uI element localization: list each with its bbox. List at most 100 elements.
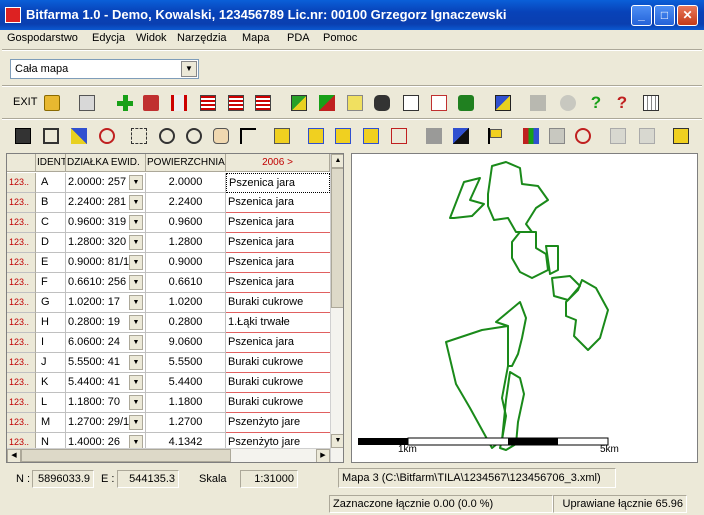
ident-cell[interactable]: A bbox=[36, 173, 66, 193]
tractor-button[interactable] bbox=[455, 92, 477, 114]
chevron-down-icon[interactable]: ▼ bbox=[129, 255, 143, 270]
powierzchnia-cell[interactable]: 2.2400 bbox=[146, 193, 226, 213]
chevron-down-icon[interactable]: ▼ bbox=[129, 195, 143, 210]
ident-cell[interactable]: L bbox=[36, 393, 66, 413]
dzialka-cell[interactable]: 5.5500: 41 ▼ bbox=[66, 353, 146, 373]
next-button[interactable] bbox=[636, 125, 658, 147]
map-selector[interactable]: Cała mapa ▼ bbox=[10, 59, 199, 79]
row-header[interactable]: 123.. bbox=[7, 253, 36, 273]
fields-table[interactable]: IDENT DZIAŁKA EWID. POWIERZCHNIA 2006 > … bbox=[6, 153, 344, 463]
menu-mapa[interactable]: Mapa bbox=[242, 32, 270, 44]
row-header[interactable]: 123.. bbox=[7, 393, 36, 413]
map-view[interactable]: 1km 5km bbox=[351, 153, 698, 463]
disabled-button[interactable] bbox=[527, 92, 549, 114]
scroll-down-icon[interactable]: ▼ bbox=[331, 434, 343, 448]
chevron-down-icon[interactable]: ▼ bbox=[129, 175, 143, 190]
map-canvas[interactable]: 1km 5km bbox=[352, 154, 697, 462]
chevron-down-icon[interactable]: ▼ bbox=[181, 61, 197, 77]
ident-cell[interactable]: B bbox=[36, 193, 66, 213]
powierzchnia-cell[interactable]: 5.5500 bbox=[146, 353, 226, 373]
dzialka-cell[interactable]: 0.9000: 81/1 ▼ bbox=[66, 253, 146, 273]
column-header-year[interactable]: 2006 > bbox=[226, 154, 330, 172]
crop-cell[interactable]: Pszenica jara bbox=[226, 193, 330, 213]
plan-calc-button[interactable] bbox=[428, 92, 450, 114]
column-header-dzialka[interactable]: DZIAŁKA EWID. bbox=[66, 154, 146, 172]
zoom-out-button[interactable] bbox=[183, 125, 205, 147]
close-button[interactable]: ✕ bbox=[677, 5, 698, 26]
add-button[interactable] bbox=[114, 92, 136, 114]
powierzchnia-cell[interactable]: 1.2700 bbox=[146, 413, 226, 433]
crop-cell[interactable]: Buraki cukrowe bbox=[226, 353, 330, 373]
row-header[interactable]: 123.. bbox=[7, 353, 36, 373]
calendar-button[interactable] bbox=[640, 92, 662, 114]
menu-pda[interactable]: PDA bbox=[287, 32, 310, 44]
table-row[interactable]: 123.. E 0.9000: 81/1 ▼ 0.9000 Pszenica ja… bbox=[7, 253, 343, 273]
prev-button[interactable] bbox=[607, 125, 629, 147]
chevron-down-icon[interactable]: ▼ bbox=[129, 235, 143, 250]
field-polygon[interactable] bbox=[511, 231, 549, 279]
chevron-down-icon[interactable]: ▼ bbox=[129, 315, 143, 330]
powierzchnia-cell[interactable]: 1.1800 bbox=[146, 393, 226, 413]
menu-edycja[interactable]: Edycja bbox=[92, 32, 125, 44]
print-button[interactable] bbox=[76, 92, 98, 114]
powierzchnia-cell[interactable]: 1.2800 bbox=[146, 233, 226, 253]
dzialka-cell[interactable]: 6.0600: 24 ▼ bbox=[66, 333, 146, 353]
column-header-powierzchnia[interactable]: POWIERZCHNIA bbox=[146, 154, 226, 172]
table-row[interactable]: 123.. H 0.2800: 19 ▼ 0.2800 1.Łąki trwałe bbox=[7, 313, 343, 333]
flag-button[interactable] bbox=[485, 125, 507, 147]
plan-button[interactable] bbox=[400, 92, 422, 114]
crop-cell[interactable]: Pszenica jara bbox=[226, 233, 330, 253]
delete-button[interactable] bbox=[140, 92, 162, 114]
measure-button[interactable] bbox=[68, 125, 90, 147]
row-header[interactable]: 123.. bbox=[7, 273, 36, 293]
maximize-button[interactable]: □ bbox=[654, 5, 675, 26]
split-button[interactable] bbox=[168, 92, 190, 114]
table-row[interactable]: 123.. M 1.2700: 29/1 ▼ 1.2700 Pszenżyto j… bbox=[7, 413, 343, 433]
exit-button[interactable]: EXIT bbox=[12, 92, 37, 114]
crop-cell[interactable]: Pszenica jara bbox=[226, 213, 330, 233]
vertical-scrollbar[interactable]: ▲ ▼ bbox=[330, 154, 343, 462]
layers-button[interactable] bbox=[670, 125, 692, 147]
row-header[interactable]: 123.. bbox=[7, 293, 36, 313]
ident-cell[interactable]: C bbox=[36, 213, 66, 233]
ident-cell[interactable]: H bbox=[36, 313, 66, 333]
row-header[interactable]: 123.. bbox=[7, 193, 36, 213]
crop-cell[interactable]: 1.Łąki trwałe bbox=[226, 313, 330, 333]
dzialka-cell[interactable]: 0.9600: 319 ▼ bbox=[66, 213, 146, 233]
table-button[interactable] bbox=[252, 92, 274, 114]
table-row[interactable]: 123.. J 5.5500: 41 ▼ 5.5500 Buraki cukrow… bbox=[7, 353, 343, 373]
field-polygon[interactable] bbox=[565, 279, 609, 351]
rotate-button[interactable] bbox=[305, 125, 327, 147]
dzialka-cell[interactable]: 1.2700: 29/1 ▼ bbox=[66, 413, 146, 433]
chevron-down-icon[interactable]: ▼ bbox=[129, 295, 143, 310]
disabled-tool-button[interactable] bbox=[423, 125, 445, 147]
crop-cell[interactable]: Pszenica jara bbox=[226, 253, 330, 273]
dzialka-cell[interactable]: 1.1800: 70 ▼ bbox=[66, 393, 146, 413]
sort-button[interactable] bbox=[344, 92, 366, 114]
open-folder-button[interactable] bbox=[41, 92, 63, 114]
crop-cell[interactable]: Buraki cukrowe bbox=[226, 393, 330, 413]
dzialka-cell[interactable]: 1.2800: 320 ▼ bbox=[66, 233, 146, 253]
menu-narzedzia[interactable]: Narzędzia bbox=[177, 32, 227, 44]
field-polygon[interactable] bbox=[551, 275, 581, 301]
powierzchnia-cell[interactable]: 0.9000 bbox=[146, 253, 226, 273]
dzialka-cell[interactable]: 0.2800: 19 ▼ bbox=[66, 313, 146, 333]
menu-gospodarstwo[interactable]: Gospodarstwo bbox=[7, 32, 78, 44]
powierzchnia-cell[interactable]: 9.0600 bbox=[146, 333, 226, 353]
chevron-down-icon[interactable]: ▼ bbox=[129, 335, 143, 350]
ident-cell[interactable]: K bbox=[36, 373, 66, 393]
dzialka-cell[interactable]: 2.2400: 281 ▼ bbox=[66, 193, 146, 213]
row-header[interactable]: 123.. bbox=[7, 233, 36, 253]
crop-cell[interactable]: Pszenica jara bbox=[226, 273, 330, 293]
ident-cell[interactable]: F bbox=[36, 273, 66, 293]
ident-cell[interactable]: E bbox=[36, 253, 66, 273]
row-header[interactable]: 123.. bbox=[7, 413, 36, 433]
color-button[interactable] bbox=[520, 125, 542, 147]
crop-cell[interactable]: Pszenica jara bbox=[226, 333, 330, 353]
table-row[interactable]: 123.. L 1.1800: 70 ▼ 1.1800 Buraki cukrow… bbox=[7, 393, 343, 413]
table-row[interactable]: 123.. G 1.0200: 17 ▼ 1.0200 Buraki cukrow… bbox=[7, 293, 343, 313]
row-header[interactable]: 123.. bbox=[7, 333, 36, 353]
powierzchnia-cell[interactable]: 5.4400 bbox=[146, 373, 226, 393]
layer-button[interactable] bbox=[40, 125, 62, 147]
map-edit-button[interactable] bbox=[492, 92, 514, 114]
